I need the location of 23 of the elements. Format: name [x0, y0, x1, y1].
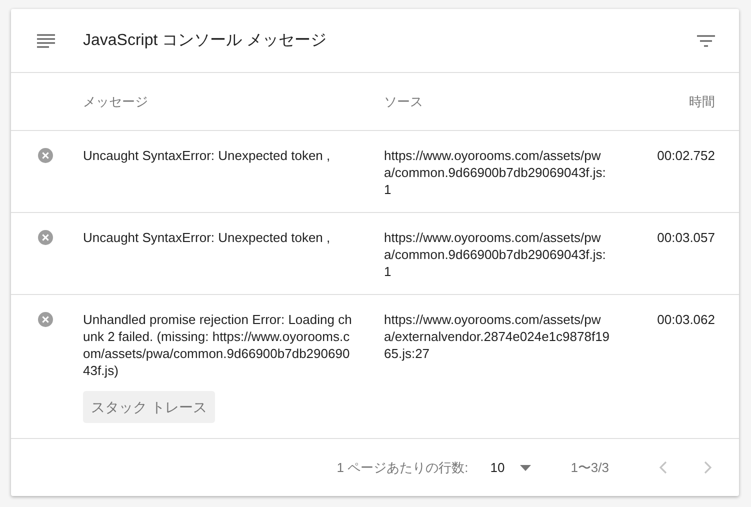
error-icon — [38, 148, 53, 163]
timestamp: 00:03.057 — [657, 229, 715, 246]
error-message: Uncaught SyntaxError: Unexpected token , — [83, 229, 332, 246]
column-header[interactable]: 時間 — [629, 92, 715, 112]
timestamp: 00:03.062 — [657, 311, 715, 328]
source-url[interactable]: https://www.oyorooms.com/assets/pwa/common.9d66900b7db29069043f.js:1 — [384, 229, 610, 280]
error-message: Uncaught SyntaxError: Unexpected token , — [83, 147, 332, 164]
column-header[interactable]: ソース — [384, 92, 629, 112]
source-url[interactable]: https://www.oyorooms.com/assets/pwa/common.9d66900b7db29069043f.js:1 — [384, 147, 610, 198]
column-header[interactable]: メッセージ — [83, 92, 384, 112]
list-icon — [37, 34, 55, 48]
page-range: 1〜3/3 — [570, 458, 609, 477]
filter-icon[interactable] — [697, 34, 715, 46]
rows-per-page-select[interactable]: 10 — [490, 458, 531, 478]
dropdown-caret-icon — [520, 464, 531, 470]
error-icon — [38, 230, 53, 245]
card-title: JavaScript コンソール メッセージ — [83, 30, 327, 50]
source-url[interactable]: https://www.oyorooms.com/assets/pwa/externalvendor.2874e024e1c9878f1965.js:27 — [384, 311, 610, 362]
stack-trace-button[interactable]: スタック トレース — [83, 391, 215, 423]
error-message: Unhandled promise rejection Error: Loading chunk 2 failed. (missing: https://www.oyorooms.com/assets/pwa/common.9d66900b7db29069043f.js) — [83, 311, 353, 379]
rows-per-page-label: 1 ページあたりの行数: — [336, 458, 468, 477]
timestamp: 00:02.752 — [657, 147, 715, 164]
error-icon — [38, 312, 53, 327]
